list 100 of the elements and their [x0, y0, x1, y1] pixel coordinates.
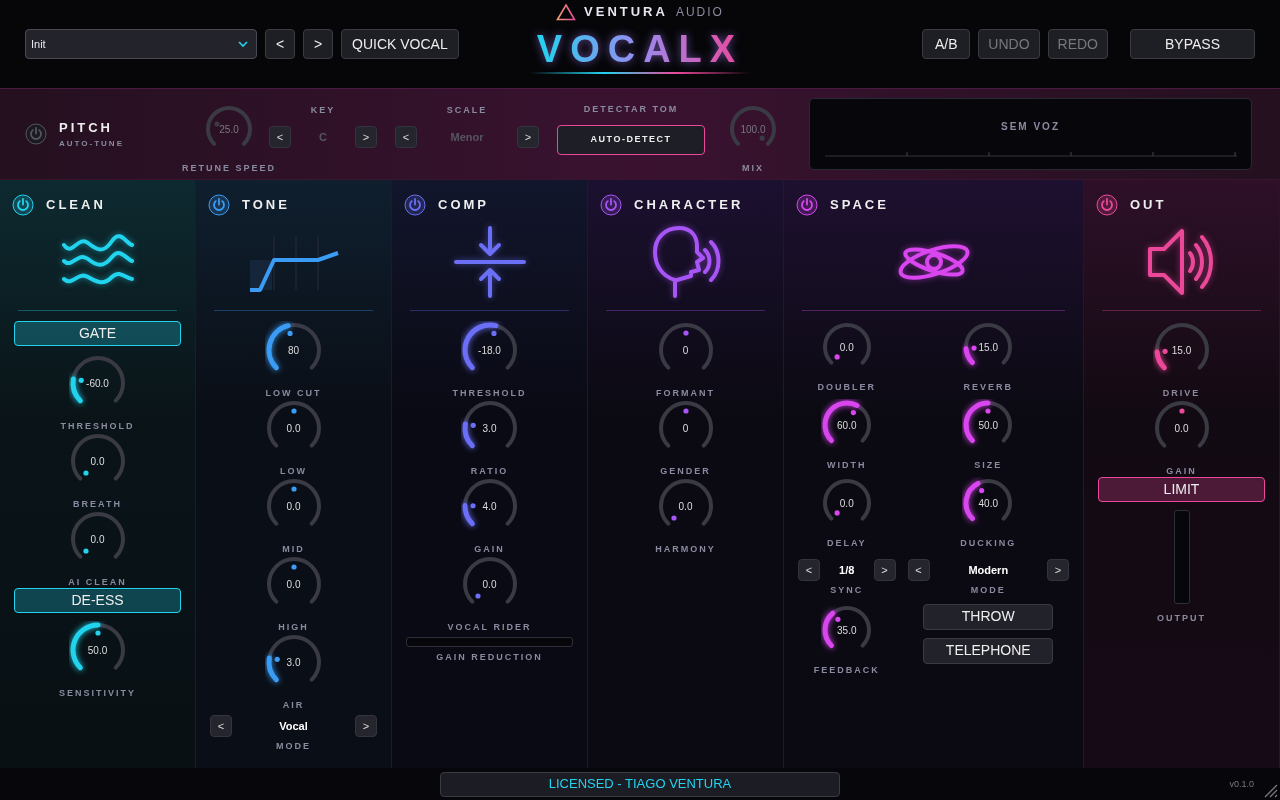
previous-button[interactable]: <: [210, 715, 232, 737]
stepper-value: 1/8: [839, 562, 855, 578]
quick-vocal-button[interactable]: QUICK VOCAL: [341, 29, 459, 59]
module-title: OUT: [1130, 196, 1167, 215]
license-banner: LICENSED - TIAGO VENTURA: [440, 771, 840, 797]
knob-value: 0.0: [285, 421, 302, 436]
knob-label: HARMONY: [655, 543, 716, 556]
knob-label: GENDER: [660, 465, 711, 478]
stepper-label: SCALE: [446, 104, 488, 118]
pitch-title: PITCH: [59, 119, 114, 138]
knob-value: 0.0: [89, 454, 106, 469]
knob-value: 60.0: [836, 418, 858, 433]
power-button[interactable]: [12, 194, 34, 216]
bypass-button[interactable]: BYPASS: [1130, 29, 1255, 59]
knob-label: AIR: [282, 699, 305, 712]
detect-label: DETECTAR TOM: [583, 103, 679, 117]
stepper-value: Menor: [450, 129, 484, 145]
next-button[interactable]: >: [517, 125, 539, 148]
stepper-value: C: [319, 129, 327, 145]
knob-value: 0: [681, 421, 690, 436]
toolbar-button[interactable]: A/B: [922, 29, 971, 59]
knob-label: MIX: [742, 162, 764, 176]
knob-label: DELAY: [826, 537, 867, 550]
next-button[interactable]: >: [873, 559, 896, 581]
knob-label: GAIN: [1166, 465, 1197, 478]
power-button[interactable]: [600, 194, 622, 216]
knob-label: GAIN: [474, 543, 505, 556]
stepper-label: MODE: [970, 584, 1006, 597]
knob-value: 50.0: [86, 643, 109, 658]
resize-grip-icon[interactable]: [1262, 782, 1278, 798]
knob-value: 0: [681, 343, 690, 358]
knob-value: 50.0: [977, 418, 999, 433]
power-button[interactable]: [208, 194, 230, 216]
knob-value: 15.0: [1170, 343, 1193, 358]
previous-button[interactable]: <: [269, 125, 291, 148]
knob-value: 0.0: [89, 532, 106, 547]
stepper-label: KEY: [310, 104, 336, 118]
toggle-button[interactable]: GATE: [14, 321, 181, 346]
preset-dropdown[interactable]: Init: [25, 29, 257, 59]
stepper-label: MODE: [276, 740, 311, 753]
meter-label: GAIN REDUCTION: [436, 651, 543, 664]
knob-value: -18.0: [477, 343, 502, 358]
previous-button[interactable]: <: [395, 125, 417, 148]
knob-value: 0.0: [1173, 421, 1190, 436]
knob-label: AI CLEAN: [68, 576, 127, 589]
nav-button[interactable]: >: [303, 29, 333, 59]
knob-value: 0.0: [677, 499, 694, 514]
stepper-value: Vocal: [279, 718, 308, 734]
knob-value: 3.0: [481, 421, 498, 436]
knob-label: DRIVE: [1162, 387, 1201, 400]
knob-value: 0.0: [838, 496, 855, 511]
knob-value: 0.0: [481, 577, 498, 592]
knob-label: VOCAL RIDER: [447, 621, 532, 634]
toggle-button[interactable]: LIMIT: [1098, 477, 1265, 502]
toggle-button[interactable]: TELEPHONE: [923, 637, 1054, 664]
knob-value: -60.0: [85, 376, 110, 391]
module-title: TONE: [242, 196, 290, 215]
power-button[interactable]: [404, 194, 426, 216]
knob-label: LOW: [280, 465, 307, 478]
knob-label: DUCKING: [960, 537, 1017, 550]
previous-button[interactable]: <: [907, 559, 930, 581]
knob-value: 35.0: [836, 623, 858, 637]
module-title: SPACE: [830, 196, 889, 215]
brand-name: VENTURA: [584, 3, 668, 22]
stepper-value: Modern: [968, 562, 1009, 578]
previous-button[interactable]: <: [798, 559, 820, 581]
knob-value: 25.0: [218, 122, 240, 137]
module-title: CHARACTER: [634, 196, 744, 215]
meter-label: OUTPUT: [1157, 612, 1206, 625]
knob-label: BREATH: [73, 498, 122, 511]
knob-value: 0.0: [838, 340, 855, 355]
knob-value: 3.0: [285, 655, 302, 670]
stepper-label: SYNC: [830, 584, 864, 597]
next-button[interactable]: >: [1047, 559, 1069, 581]
auto-detect-button[interactable]: AUTO-DETECT: [557, 124, 705, 155]
pitch-status: SEM VOZ: [1001, 120, 1060, 134]
knob-value: 4.0: [481, 499, 498, 514]
knob-label: MID: [282, 543, 305, 556]
next-button[interactable]: >: [355, 715, 377, 737]
power-button[interactable]: [796, 194, 818, 216]
toggle-button[interactable]: THROW: [923, 603, 1054, 630]
version-label: v0.1.0: [1229, 778, 1254, 791]
caret-icon: [238, 40, 248, 48]
brand-suffix: AUDIO: [675, 4, 724, 21]
knob-label: REVERB: [963, 381, 1013, 394]
toggle-button[interactable]: DE-ESS: [14, 588, 181, 613]
knob-label: SIZE: [974, 459, 1003, 472]
module-title: CLEAN: [46, 196, 106, 215]
triangle-logo-icon: [556, 3, 577, 21]
nav-button[interactable]: <: [265, 29, 295, 59]
next-button[interactable]: >: [355, 125, 377, 148]
knob-label: THRESHOLD: [60, 420, 135, 433]
knob-label: LOW CUT: [265, 387, 322, 400]
module-title: COMP: [438, 196, 489, 215]
knob-value: 15.0: [977, 340, 999, 355]
knob-value: 100.0: [739, 122, 767, 137]
knob-value: 80: [286, 343, 301, 358]
knob-label: DOUBLER: [817, 381, 876, 394]
knob-value: 0.0: [285, 499, 302, 514]
power-button[interactable]: [1096, 194, 1118, 216]
